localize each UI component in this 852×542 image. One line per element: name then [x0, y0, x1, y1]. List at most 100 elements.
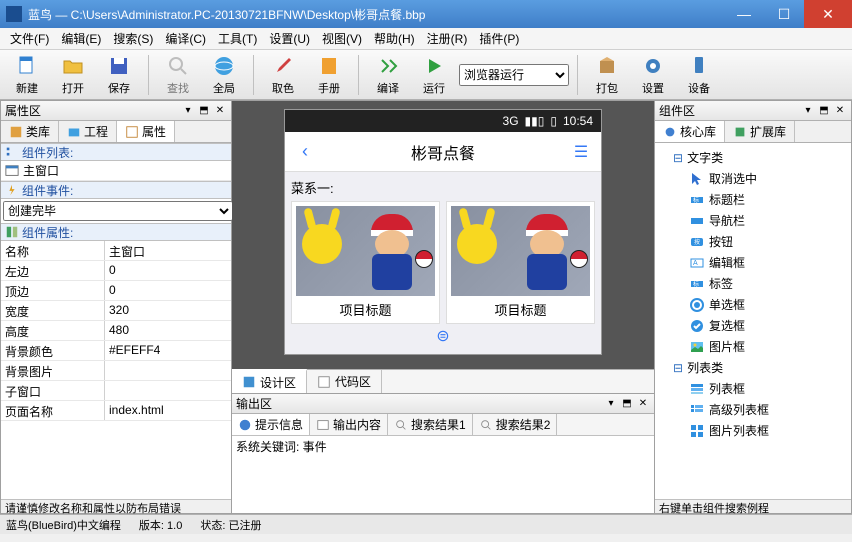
tab-ext[interactable]: 扩展库 [725, 121, 795, 142]
menu-file[interactable]: 文件(F) [4, 30, 55, 47]
complist-item-mainwin[interactable]: 主窗口 [1, 161, 231, 181]
prop-row-name[interactable]: 名称主窗口 [1, 241, 231, 261]
tree-item-imglist[interactable]: 图片列表框 [659, 420, 847, 441]
outtab-hint[interactable]: 提示信息 [232, 414, 310, 435]
tab-design[interactable]: 设计区 [232, 369, 307, 393]
pin-icon[interactable]: ⬒ [197, 105, 211, 116]
menu-compile[interactable]: 编译(C) [159, 30, 212, 47]
device-button[interactable]: 设备 [678, 54, 720, 96]
close-icon[interactable]: ✕ [833, 105, 847, 116]
prop-row-bgcolor[interactable]: 背景颜色#EFEFF4 [1, 341, 231, 361]
label-icon: 标 [689, 276, 705, 292]
menu-search[interactable]: 搜索(S) [107, 30, 159, 47]
run-button[interactable]: 运行 [413, 54, 455, 96]
outtab-result2[interactable]: 搜索结果2 [473, 414, 558, 435]
menu-edit[interactable]: 编辑(E) [55, 30, 107, 47]
tree-item-radio[interactable]: 单选框 [659, 294, 847, 315]
right-panel: 组件区 ▾⬒✕ 核心库 扩展库 ⊟文字类 取消选中 标标题栏 导航栏 按按钮 A… [654, 100, 852, 514]
search-icon [166, 54, 190, 78]
event-select[interactable]: 创建完毕 [3, 201, 233, 221]
save-button[interactable]: 保存 [98, 54, 140, 96]
menubar: 文件(F) 编辑(E) 搜索(S) 编译(C) 工具(T) 设置(U) 视图(V… [0, 28, 852, 50]
tree-item-advlist[interactable]: 高级列表框 [659, 399, 847, 420]
color-button[interactable]: 取色 [262, 54, 304, 96]
globe-icon [212, 54, 236, 78]
right-panel-header: 组件区 ▾⬒✕ [655, 101, 851, 121]
run-mode-select[interactable]: 浏览器运行 [459, 64, 569, 86]
info-icon [238, 418, 252, 432]
menu-view[interactable]: 视图(V) [316, 30, 368, 47]
prop-row-height[interactable]: 高度480 [1, 321, 231, 341]
output-tabs: 提示信息 输出内容 搜索结果1 搜索结果2 [232, 414, 654, 436]
pin-icon[interactable]: ⬒ [817, 105, 831, 116]
tree-item-button[interactable]: 按按钮 [659, 231, 847, 252]
design-canvas[interactable]: 3G ▮▮▯ ▯ 10:54 ‹ 彬哥点餐 ☰ 菜系一: 项目标题 [232, 101, 654, 369]
maximize-button[interactable]: ☐ [764, 0, 804, 28]
manual-button[interactable]: 手册 [308, 54, 350, 96]
tree-item-label[interactable]: 标标签 [659, 273, 847, 294]
tab-core[interactable]: 核心库 [655, 121, 725, 142]
tree-item-titlebar[interactable]: 标标题栏 [659, 189, 847, 210]
find-button[interactable]: 查找 [157, 54, 199, 96]
menu-plugin[interactable]: 插件(P) [473, 30, 525, 47]
phone-statusbar: 3G ▮▮▯ ▯ 10:54 [285, 110, 601, 132]
close-icon[interactable]: ✕ [213, 105, 227, 116]
pin-icon[interactable]: ⬒ [620, 398, 634, 409]
app-icon [6, 6, 22, 22]
phone-preview[interactable]: 3G ▮▮▯ ▯ 10:54 ‹ 彬哥点餐 ☰ 菜系一: 项目标题 [284, 109, 602, 355]
phone-navbar: ‹ 彬哥点餐 ☰ [285, 132, 601, 172]
outtab-content[interactable]: 输出内容 [310, 414, 388, 435]
new-button[interactable]: 新建 [6, 54, 48, 96]
menu-settings[interactable]: 设置(U) [263, 30, 316, 47]
tree-item-checkbox[interactable]: 复选框 [659, 315, 847, 336]
prop-row-pagename[interactable]: 页面名称index.html [1, 401, 231, 421]
signal-bars-icon: ▮▮▯ [525, 114, 545, 128]
search-icon [479, 418, 493, 432]
prop-row-top[interactable]: 顶边0 [1, 281, 231, 301]
tree-item-imagebox[interactable]: 图片框 [659, 336, 847, 357]
ext-icon [733, 125, 747, 139]
folder-open-icon [61, 54, 85, 78]
phone-time: 10:54 [563, 114, 593, 128]
package-icon [595, 54, 619, 78]
prop-row-width[interactable]: 宽度320 [1, 301, 231, 321]
menu-register[interactable]: 注册(R) [421, 30, 474, 47]
radio-icon [689, 297, 705, 313]
window-title: 蓝鸟 — C:\Users\Administrator.PC-20130721B… [28, 6, 724, 23]
compile-button[interactable]: 编译 [367, 54, 409, 96]
tree-cat-list[interactable]: ⊟列表类 [659, 357, 847, 378]
outtab-result1[interactable]: 搜索结果1 [388, 414, 473, 435]
tab-project[interactable]: 工程 [59, 121, 117, 142]
dropdown-icon[interactable]: ▾ [604, 398, 618, 409]
menu-tools[interactable]: 工具(T) [212, 30, 263, 47]
close-button[interactable]: ✕ [804, 0, 852, 28]
dropdown-icon[interactable]: ▾ [181, 105, 195, 116]
pack-button[interactable]: 打包 [586, 54, 628, 96]
card-item[interactable]: 项目标题 [291, 201, 440, 324]
close-icon[interactable]: ✕ [636, 398, 650, 409]
tab-library[interactable]: 类库 [1, 121, 59, 142]
back-icon[interactable]: ‹ [285, 141, 325, 162]
tab-code[interactable]: 代码区 [307, 370, 382, 393]
open-button[interactable]: 打开 [52, 54, 94, 96]
props-icon [5, 225, 19, 239]
prop-row-bgimage[interactable]: 背景图片 [1, 361, 231, 381]
tree-cat-text[interactable]: ⊟文字类 [659, 147, 847, 168]
menu-icon[interactable]: ☰ [561, 142, 601, 162]
library-icon [9, 125, 23, 139]
left-panel-header: 属性区 ▾⬒✕ [1, 101, 231, 121]
prop-row-left[interactable]: 左边0 [1, 261, 231, 281]
card-item[interactable]: 项目标题 [446, 201, 595, 324]
tree-item-deselect[interactable]: 取消选中 [659, 168, 847, 189]
global-button[interactable]: 全局 [203, 54, 245, 96]
settings-button[interactable]: 设置 [632, 54, 674, 96]
tree-item-edit[interactable]: A编辑框 [659, 252, 847, 273]
prop-row-subwin[interactable]: 子窗口 [1, 381, 231, 401]
tree-item-navbar[interactable]: 导航栏 [659, 210, 847, 231]
tab-properties[interactable]: 属性 [117, 121, 175, 142]
menu-help[interactable]: 帮助(H) [368, 30, 421, 47]
tree-item-listbox[interactable]: 列表框 [659, 378, 847, 399]
dropdown-icon[interactable]: ▾ [801, 105, 815, 116]
minimize-button[interactable]: — [724, 0, 764, 28]
edit-icon: A [689, 255, 705, 271]
